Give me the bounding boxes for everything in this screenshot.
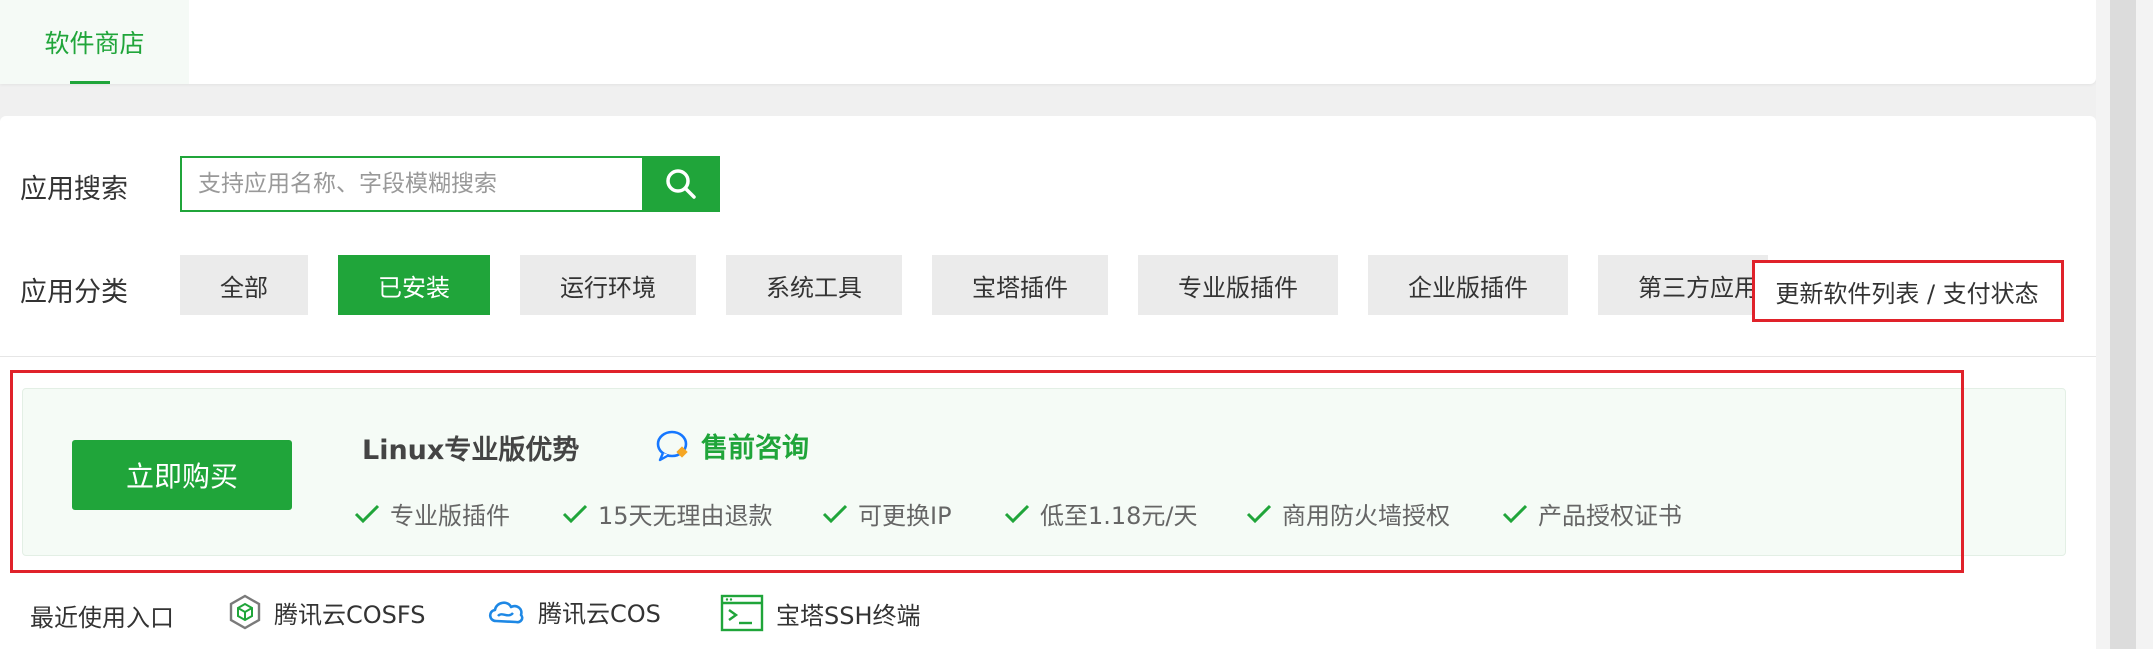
search-button[interactable]	[642, 156, 720, 212]
category-installed-button[interactable]: 已安装	[338, 255, 490, 315]
section-divider	[0, 356, 2096, 357]
tab-active-indicator	[70, 81, 110, 84]
category-enterprise-plugins-button[interactable]: 企业版插件	[1368, 255, 1568, 315]
category-bt-plugins-label: 宝塔插件	[972, 273, 1068, 302]
recent-entries-label: 最近使用入口	[30, 604, 174, 632]
search-icon	[666, 169, 696, 199]
cloud-icon	[488, 600, 524, 623]
category-enterprise-plugins-label: 企业版插件	[1408, 273, 1528, 302]
highlight-box-update	[1752, 260, 2064, 322]
top-tab-bar: 软件商店	[0, 0, 2096, 84]
category-third-party-label: 第三方应用	[1638, 273, 1758, 302]
recent-entry-cosfs[interactable]: 腾讯云COSFS	[228, 594, 426, 630]
search-label: 应用搜索	[20, 174, 128, 205]
scrollbar-thumb[interactable]	[2110, 0, 2136, 649]
recent-entry-cos-label: 腾讯云COS	[538, 600, 661, 628]
cube-icon	[229, 594, 261, 630]
category-runtime-label: 运行环境	[560, 273, 656, 302]
category-all-button[interactable]: 全部	[180, 255, 308, 315]
recent-entry-cos[interactable]: 腾讯云COS	[486, 594, 661, 629]
category-pro-plugins-label: 专业版插件	[1178, 273, 1298, 302]
category-label: 应用分类	[20, 277, 128, 308]
category-runtime-button[interactable]: 运行环境	[520, 255, 696, 315]
recent-entry-ssh-terminal-label: 宝塔SSH终端	[776, 601, 921, 630]
highlight-box-promo	[10, 370, 1964, 573]
category-bt-plugins-button[interactable]: 宝塔插件	[932, 255, 1108, 315]
category-pro-plugins-button[interactable]: 专业版插件	[1138, 255, 1338, 315]
tab-software-store-label: 软件商店	[44, 29, 145, 58]
category-third-party-button[interactable]: 第三方应用	[1598, 255, 1768, 315]
search-input[interactable]	[180, 156, 642, 212]
category-installed-label: 已安装	[378, 273, 450, 302]
recent-entry-cosfs-label: 腾讯云COSFS	[274, 600, 426, 629]
tab-software-store[interactable]: 软件商店	[0, 0, 189, 84]
recent-entry-ssh-terminal[interactable]: 宝塔SSH终端	[720, 594, 921, 632]
category-system-tools-label: 系统工具	[766, 273, 862, 302]
terminal-icon	[720, 594, 764, 632]
category-system-tools-button[interactable]: 系统工具	[726, 255, 902, 315]
category-all-label: 全部	[220, 273, 268, 302]
